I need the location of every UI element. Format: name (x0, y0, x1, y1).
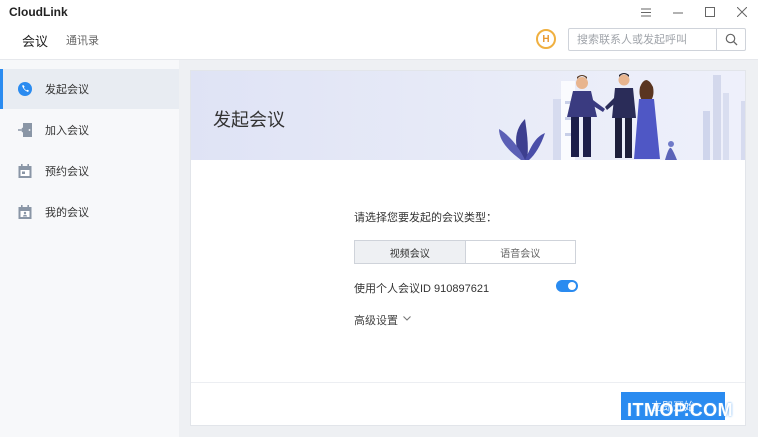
page-title: 发起会议 (213, 110, 285, 130)
calendar-person-icon (17, 204, 33, 220)
banner: 发起会议 (191, 71, 745, 160)
calendar-icon (17, 163, 33, 179)
close-icon[interactable] (726, 0, 758, 24)
app-title: CloudLink (9, 5, 68, 19)
search-box (568, 28, 746, 51)
meeting-illustration (499, 73, 745, 160)
maximize-icon[interactable] (694, 0, 726, 24)
tab-meetings[interactable]: 会议 (22, 31, 48, 50)
menu-icon[interactable] (630, 0, 662, 24)
audio-meeting-option[interactable]: 语音会议 (466, 241, 576, 263)
title-bar: CloudLink (0, 0, 758, 24)
sidebar-item-label: 发起会议 (45, 84, 89, 96)
start-meeting-card: 发起会议 请选择您要发起的会议类型： 视频会议 语音会议 使用个人会议ID 91… (190, 70, 746, 426)
watermark: ITMOP.COM (627, 400, 734, 420)
advanced-settings-link[interactable]: 高级设置 (354, 312, 398, 328)
video-meeting-option[interactable]: 视频会议 (355, 241, 466, 263)
sidebar: 发起会议 加入会议 预约会议 我的会议 (0, 59, 179, 437)
sidebar-item-label: 加入会议 (45, 125, 89, 137)
search-icon[interactable] (716, 29, 745, 50)
personal-meeting-id-toggle[interactable] (556, 280, 578, 292)
sidebar-item-my-meetings[interactable]: 我的会议 (0, 192, 179, 232)
minimize-icon[interactable] (662, 0, 694, 24)
phone-call-icon (17, 81, 33, 97)
sidebar-item-schedule-meeting[interactable]: 预约会议 (0, 151, 179, 191)
hw-logo-icon[interactable]: H (536, 29, 556, 49)
personal-meeting-id-label: 使用个人会议ID 910897621 (354, 283, 490, 295)
sidebar-item-start-meeting[interactable]: 发起会议 (0, 69, 179, 109)
meeting-type-selector: 视频会议 语音会议 (354, 240, 576, 264)
search-input[interactable] (569, 29, 716, 50)
sidebar-item-join-meeting[interactable]: 加入会议 (0, 110, 179, 150)
door-enter-icon (17, 122, 33, 138)
top-nav: 会议 通讯录 H (0, 24, 758, 58)
sidebar-item-label: 预约会议 (45, 166, 89, 178)
tab-contacts[interactable]: 通讯录 (66, 32, 99, 48)
chevron-down-icon[interactable] (402, 312, 412, 326)
meeting-type-prompt: 请选择您要发起的会议类型： (354, 212, 497, 224)
divider (191, 382, 745, 383)
sidebar-item-label: 我的会议 (45, 207, 89, 219)
window-controls (630, 0, 758, 24)
